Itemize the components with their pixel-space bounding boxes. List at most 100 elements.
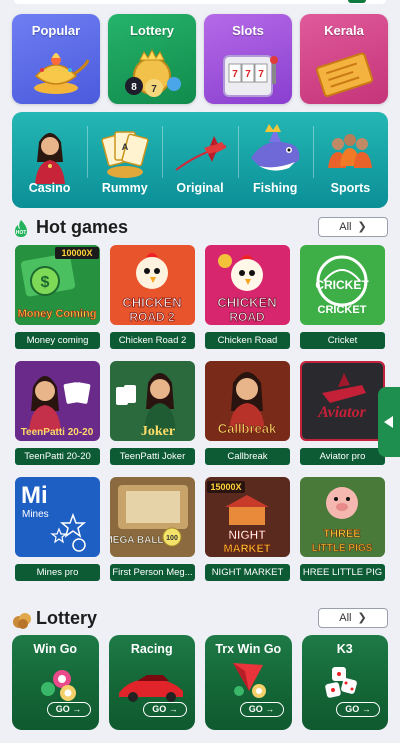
go-button[interactable]: GO →	[143, 702, 187, 717]
section-title: Lottery	[36, 608, 98, 628]
game-name: NIGHT MARKET	[205, 564, 290, 581]
type-label: Fishing	[252, 181, 298, 195]
lottery-all-button[interactable]: All ❯	[318, 608, 388, 628]
svg-text:7: 7	[151, 84, 157, 95]
game-tile[interactable]: Joker TeenPatti Joker	[110, 361, 195, 465]
game-name: Chicken Road	[205, 332, 290, 349]
svg-text:Money Coming: Money Coming	[18, 308, 97, 320]
plane-icon	[175, 136, 227, 171]
game-tile[interactable]: CRICKET CRICKET Cricket	[300, 245, 385, 349]
svg-text:CRICKET: CRICKET	[318, 304, 367, 316]
category-popular[interactable]: Popular	[12, 14, 100, 104]
game-tile[interactable]: Callbreak Callbreak	[205, 361, 290, 465]
category-row: Popular 8 7 Lottery 7 7 7 Slots Kerala	[12, 14, 388, 104]
game-tile[interactable]: 15000X NIGHT MARKET NIGHT MARKET	[205, 477, 290, 581]
lottery-row: Win Go GO → Racing GO → Trx Win Go GO →	[12, 635, 388, 730]
type-casino[interactable]: Casino	[12, 112, 87, 208]
game-tile[interactable]: Aviator Aviator pro	[300, 361, 385, 465]
game-art-night-market: 15000X NIGHT MARKET	[205, 477, 290, 557]
lottery-card-trx-win-go[interactable]: Trx Win Go GO →	[205, 635, 292, 730]
all-label: All	[339, 221, 352, 233]
svg-text:100: 100	[166, 535, 178, 542]
svg-text:7: 7	[232, 69, 238, 80]
shark-icon	[251, 124, 300, 171]
go-button[interactable]: GO →	[336, 702, 380, 717]
game-name: Aviator pro	[300, 448, 385, 465]
lottery-title: Trx Win Go	[215, 642, 282, 656]
lottery-card-k3[interactable]: K3 GO →	[301, 635, 388, 730]
game-tile[interactable]: $ 10000X Money Coming Money coming	[15, 245, 100, 349]
svg-text:Mines: Mines	[22, 509, 49, 520]
game-art-chicken-road: CHICKEN ROAD	[205, 245, 290, 325]
category-label: Kerala	[324, 23, 364, 38]
type-rummy[interactable]: A Rummy	[87, 112, 162, 208]
lottery-header: Lottery All ❯	[12, 608, 388, 630]
lottery-title: Win Go	[33, 642, 78, 656]
game-tile[interactable]: Mi Mines Mines pro	[15, 477, 100, 581]
game-tile[interactable]: THREE LITTLE PIGS HREE LITTLE PIG	[300, 477, 385, 581]
svg-text:CRICKET: CRICKET	[315, 278, 369, 292]
type-fishing[interactable]: Fishing	[237, 112, 313, 208]
svg-text:7: 7	[258, 69, 264, 80]
triangle-left-icon	[384, 416, 393, 428]
svg-text:Callbreak: Callbreak	[218, 421, 277, 436]
game-art-three-little-pigs: THREE LITTLE PIGS	[300, 477, 385, 557]
game-name: Mines pro	[15, 564, 100, 581]
go-button[interactable]: GO →	[46, 702, 91, 717]
svg-text:THREE: THREE	[323, 528, 360, 540]
game-art-cricket: CRICKET CRICKET	[300, 245, 385, 325]
type-sports[interactable]: Sports	[312, 112, 388, 208]
go-button[interactable]: GO →	[239, 702, 284, 717]
game-name: TeenPatti Joker	[110, 448, 195, 465]
category-label: Popular	[31, 23, 81, 38]
top-strip	[14, 0, 386, 4]
category-slots[interactable]: 7 7 7 Slots	[204, 14, 292, 104]
playing-cards-icon: A	[101, 131, 149, 178]
svg-text:Joker: Joker	[141, 424, 175, 439]
lottery-card-racing[interactable]: Racing GO →	[108, 635, 195, 730]
category-label: Slots	[232, 23, 264, 38]
type-original[interactable]: Original	[162, 112, 237, 208]
game-art-callbreak: Callbreak	[205, 361, 290, 441]
all-label: All	[339, 612, 352, 624]
side-drawer-tab[interactable]	[378, 387, 400, 457]
svg-text:LITTLE PIGS: LITTLE PIGS	[312, 543, 373, 554]
svg-text:TeenPatti 20-20: TeenPatti 20-20	[21, 427, 94, 438]
hot-games-all-button[interactable]: All ❯	[318, 217, 388, 237]
svg-text:$: $	[41, 274, 50, 291]
type-label: Original	[176, 181, 224, 195]
category-label: Lottery	[129, 23, 175, 38]
svg-text:CHICKEN: CHICKEN	[122, 295, 181, 310]
category-kerala[interactable]: Kerala	[300, 14, 388, 104]
chevron-right-icon: ❯	[357, 221, 367, 233]
game-name: Callbreak	[205, 448, 290, 465]
chevron-right-icon: ❯	[357, 612, 367, 624]
game-tile[interactable]: CHICKEN ROAD Chicken Road	[205, 245, 290, 349]
category-lottery[interactable]: 8 7 Lottery	[108, 14, 196, 104]
game-tile[interactable]: TeenPatti 20-20 TeenPatti 20-20	[15, 361, 100, 465]
lottery-title: K3	[336, 642, 353, 656]
svg-text:HOT: HOT	[16, 230, 27, 236]
svg-text:10000X: 10000X	[61, 248, 92, 258]
game-art-money-coming: $ 10000X Money Coming	[15, 245, 100, 325]
game-art-mines: Mi Mines	[15, 477, 100, 557]
lottery-card-win-go[interactable]: Win Go GO →	[12, 635, 99, 730]
svg-text:MARKET: MARKET	[223, 543, 270, 555]
top-strip-accent	[348, 0, 366, 3]
game-name: Cricket	[300, 332, 385, 349]
game-name: Money coming	[15, 332, 100, 349]
lottery-coins-icon	[13, 613, 31, 629]
game-art-aviator: Aviator	[300, 361, 385, 441]
type-label: Sports	[330, 181, 371, 195]
game-tile[interactable]: CHICKEN ROAD 2 Chicken Road 2	[110, 245, 195, 349]
game-name: First Person Meg...	[110, 564, 195, 581]
sports-team-icon	[328, 134, 373, 168]
game-tile[interactable]: 100 MEGA BALL First Person Meg...	[110, 477, 195, 581]
svg-text:15000X: 15000X	[210, 482, 241, 492]
svg-text:ROAD 2: ROAD 2	[129, 310, 175, 324]
section-title: Hot games	[36, 217, 129, 237]
game-name: Chicken Road 2	[110, 332, 195, 349]
svg-text:8: 8	[131, 82, 137, 93]
type-label: Rummy	[101, 181, 148, 195]
svg-text:A: A	[122, 142, 129, 152]
